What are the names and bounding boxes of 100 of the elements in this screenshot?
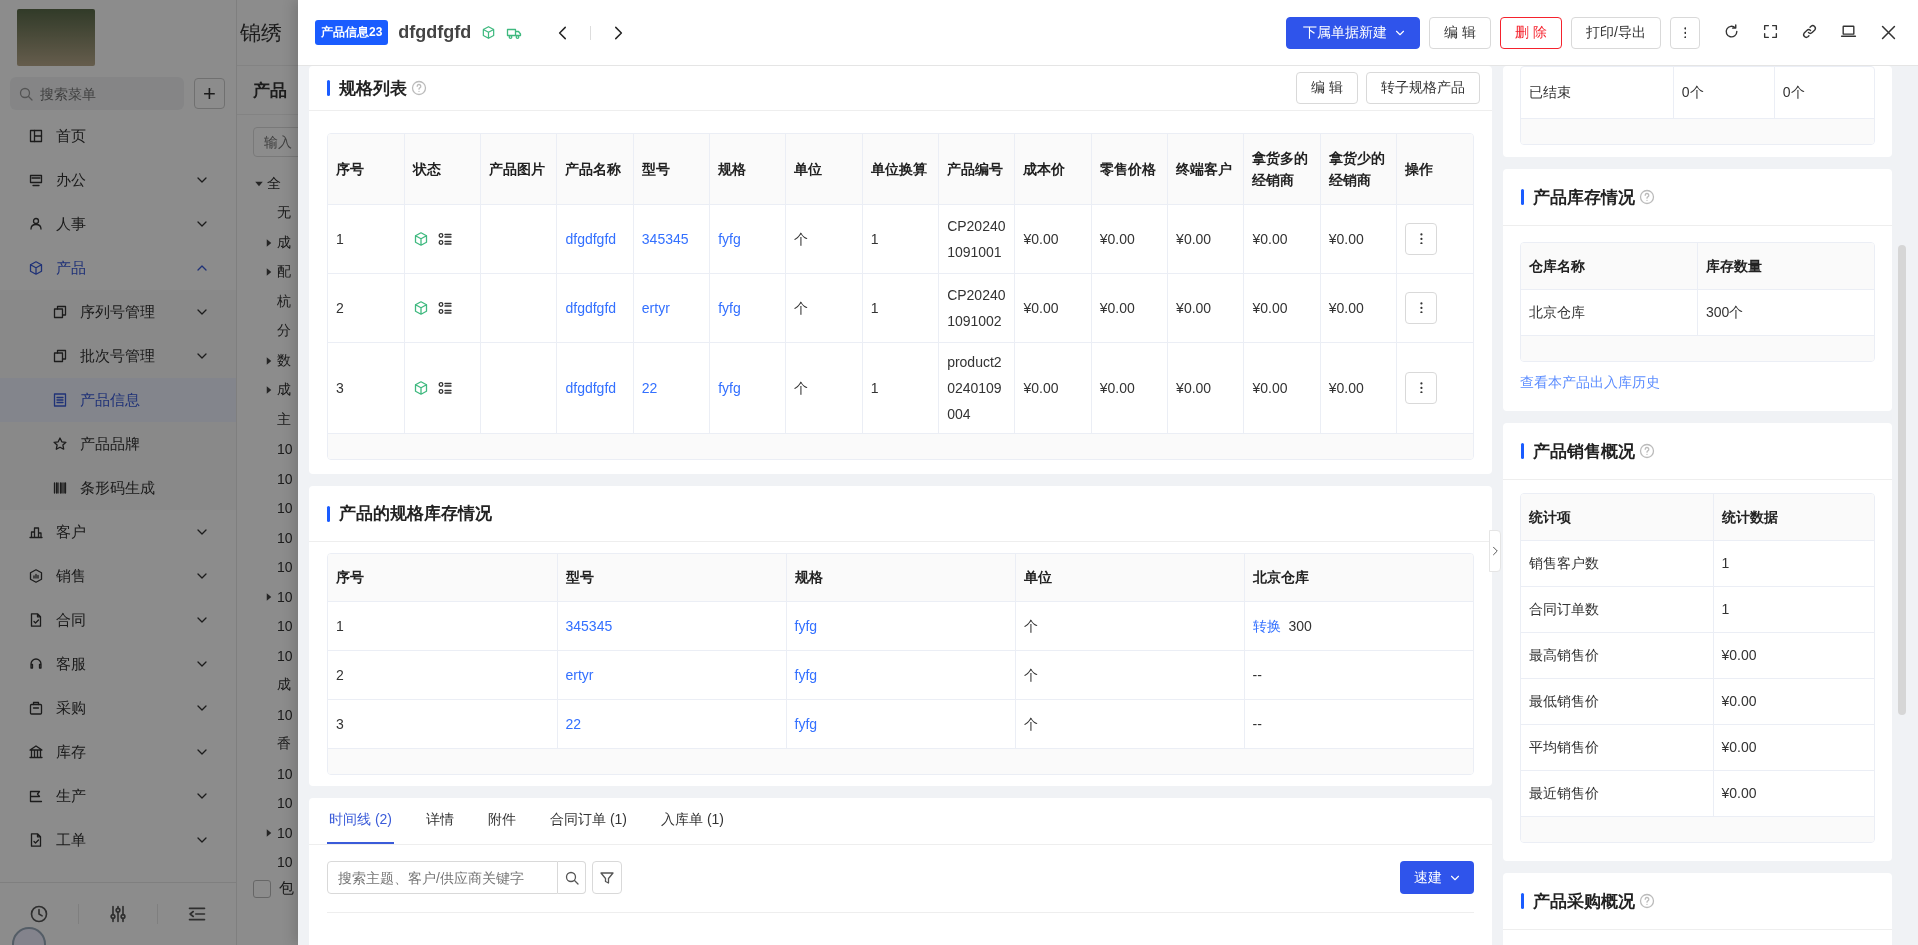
action-button[interactable]: 编 辑 — [1429, 16, 1492, 49]
table-link[interactable]: fyfg — [718, 379, 741, 396]
sidebar-item[interactable]: 客户 — [0, 510, 236, 554]
sidebar-item[interactable]: 生产 — [0, 774, 236, 818]
tree-node[interactable]: 10 — [277, 618, 293, 635]
table-link[interactable]: fyfg — [794, 715, 818, 732]
column-header: 产品编号 — [938, 134, 1015, 204]
table-link[interactable]: dfgdfgfd — [565, 230, 617, 247]
sidebar-item[interactable]: 产品信息 — [0, 378, 236, 422]
column-header: 型号 — [633, 134, 710, 204]
convert-link[interactable]: 转换 — [1252, 617, 1281, 634]
tree-node[interactable]: 成 — [277, 233, 291, 252]
action-button[interactable]: 打印/导出 — [1571, 16, 1661, 49]
more-icon — [1419, 301, 1423, 314]
sidebar-item[interactable]: 办公 — [0, 158, 236, 202]
table-link[interactable]: dfgdfgfd — [565, 379, 617, 396]
table-cell: ¥0.00 — [1243, 273, 1321, 342]
accent-bar — [327, 80, 330, 96]
table-cell: 1 — [1713, 586, 1874, 632]
table-link[interactable]: ertyr — [565, 666, 594, 683]
action-button[interactable]: 编 辑 — [1296, 72, 1358, 104]
tree-node[interactable]: 成 — [277, 676, 291, 695]
table-link[interactable]: 22 — [641, 379, 658, 396]
tab[interactable]: 时间线 (2) — [327, 798, 394, 844]
laptop-icon[interactable] — [1840, 23, 1857, 40]
checkbox[interactable] — [253, 879, 271, 898]
tree-node[interactable]: 无 — [277, 204, 291, 223]
table-cell: 1 — [1713, 540, 1874, 586]
fullscreen-icon[interactable] — [1762, 23, 1779, 40]
tree-node[interactable]: 10 — [277, 470, 293, 487]
tree-node[interactable]: 10 — [277, 441, 293, 458]
sliders-icon[interactable] — [108, 904, 128, 924]
table-cell: 个 — [785, 204, 863, 273]
history-icon[interactable] — [29, 904, 49, 924]
tree-node[interactable]: 10 — [277, 588, 293, 605]
add-button[interactable]: + — [194, 78, 225, 109]
tab[interactable]: 入库单 (1) — [659, 798, 726, 844]
action-button[interactable]: 下属单据新建 — [1286, 16, 1421, 49]
sidebar-item[interactable]: 批次号管理 — [0, 334, 236, 378]
scrollbar-thumb[interactable] — [1898, 245, 1906, 715]
tree-node[interactable]: 10 — [277, 647, 293, 664]
table-link[interactable]: fyfg — [794, 666, 818, 683]
tree-node[interactable]: 分 — [277, 322, 291, 341]
collapse-handle[interactable] — [1489, 530, 1501, 572]
tree-node[interactable]: 10 — [277, 765, 293, 782]
table-link[interactable]: fyfg — [794, 617, 818, 634]
tree-node[interactable]: 杭 — [277, 292, 291, 311]
table-link[interactable]: ertyr — [641, 299, 670, 316]
tree-node[interactable]: 10 — [277, 559, 293, 576]
tree-node[interactable]: 香 — [277, 735, 291, 754]
action-button[interactable]: 转子规格产品 — [1366, 72, 1480, 104]
action-button[interactable]: 删 除 — [1500, 16, 1563, 49]
accent-bar — [1521, 189, 1524, 205]
table-link[interactable]: fyfg — [718, 230, 741, 247]
table-cell: ¥0.00 — [1713, 678, 1874, 724]
table-link[interactable]: fyfg — [718, 299, 741, 316]
refresh-icon[interactable] — [1723, 23, 1740, 40]
tree-node[interactable]: 10 — [277, 824, 293, 841]
record-tag: 产品信息23 — [315, 20, 389, 45]
table-link[interactable]: 22 — [565, 715, 582, 732]
tree-node[interactable]: 全 — [267, 174, 281, 193]
quick-create-button[interactable]: 速建 — [1400, 861, 1474, 894]
close-icon[interactable] — [1879, 23, 1898, 42]
tree-node[interactable]: 10 — [277, 529, 293, 546]
filter-button[interactable] — [592, 861, 622, 894]
tree-node[interactable]: 10 — [277, 706, 293, 723]
link-icon[interactable] — [1801, 23, 1818, 40]
tree-node[interactable]: 10 — [277, 795, 293, 812]
history-link[interactable]: 查看本产品出入库历史 — [1520, 373, 1660, 392]
tree-node[interactable]: 数 — [277, 351, 291, 370]
sidebar-item[interactable]: 产品 — [0, 246, 236, 290]
menu-search-field[interactable]: 搜索菜单 — [10, 77, 184, 110]
sidebar-item[interactable]: 人事 — [0, 202, 236, 246]
sidebar-item[interactable]: 采购 — [0, 686, 236, 730]
tab[interactable]: 合同订单 (1) — [548, 798, 629, 844]
tree-node[interactable]: 主 — [277, 410, 291, 429]
table-link[interactable]: dfgdfgfd — [565, 299, 617, 316]
table-link[interactable]: 345345 — [641, 230, 689, 247]
sidebar-item[interactable]: 库存 — [0, 730, 236, 774]
table-link[interactable]: 345345 — [565, 617, 613, 634]
column-header: 拿货少的经销商 — [1320, 134, 1397, 204]
tree-node[interactable]: 配 — [277, 263, 291, 282]
sidebar-item[interactable]: 销售 — [0, 554, 236, 598]
search-field[interactable]: 搜索主题、客户/供应商关键字 — [327, 861, 558, 894]
tree-node[interactable]: 10 — [277, 854, 293, 871]
sidebar-item[interactable]: 工单 — [0, 818, 236, 862]
sidebar-item[interactable]: 合同 — [0, 598, 236, 642]
layout-icon — [28, 128, 44, 144]
sidebar-item[interactable]: 客服 — [0, 642, 236, 686]
tree-node[interactable]: 10 — [277, 500, 293, 517]
sidebar-item[interactable]: 序列号管理 — [0, 290, 236, 334]
sidebar-item[interactable]: 条形码生成 — [0, 466, 236, 510]
tab[interactable]: 附件 — [486, 798, 518, 844]
sidebar-item[interactable]: 首页 — [0, 114, 236, 158]
sidebar-item[interactable]: 产品品牌 — [0, 422, 236, 466]
table-cell: -- — [1244, 650, 1473, 699]
tab[interactable]: 详情 — [424, 798, 456, 844]
tree-node[interactable]: 成 — [277, 381, 291, 400]
column-header: 产品名称 — [557, 134, 634, 204]
search-button[interactable] — [558, 861, 586, 894]
